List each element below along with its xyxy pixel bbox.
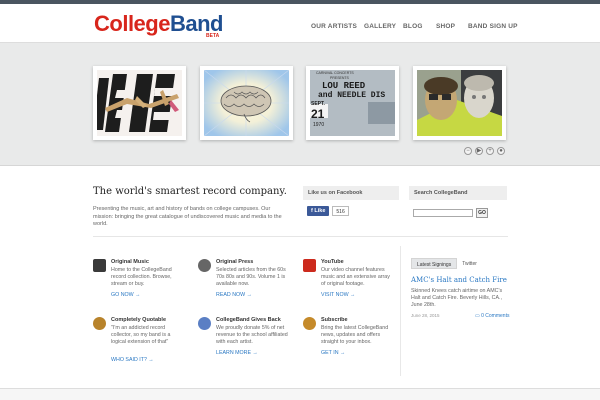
post-comments-link[interactable]: ▭ 0 Comments — [475, 313, 509, 319]
concert-ticket-art: CARNIVAL CONCERTS PRESENTS LOU REED and … — [310, 70, 395, 136]
abstract-bars-art — [97, 70, 182, 136]
slider-next-control[interactable]: + — [486, 147, 494, 155]
search-box-heading: Search CollegeBand — [409, 186, 507, 200]
nav-band-sign-up[interactable]: BAND SIGN UP — [468, 23, 518, 30]
feature-title: Completely Quotable — [111, 317, 167, 323]
ticket-year: 1970 — [313, 122, 325, 128]
hero-slider: CARNIVAL CONCERTS PRESENTS LOU REED and … — [0, 42, 600, 166]
post-body: Skinned Knees catch airtime on AMC's Hal… — [411, 288, 503, 309]
post-date: June 28, 2015 — [411, 313, 440, 318]
feature-title: YouTube — [321, 259, 344, 265]
search-input[interactable] — [413, 209, 473, 217]
facebook-box-heading: Like us on Facebook — [303, 186, 399, 200]
sidebar-divider — [400, 246, 401, 376]
thumbnail-concert-ticket[interactable]: CARNIVAL CONCERTS PRESENTS LOU REED and … — [306, 66, 399, 140]
sidebar-tabs: Latest Signings Twitter — [411, 258, 482, 269]
slider-pause-control[interactable]: ● — [497, 147, 505, 155]
feature-body: "I'm an addicted record collector, so my… — [111, 325, 171, 346]
feature-link[interactable]: READ NOW → — [216, 292, 252, 298]
feature-link[interactable]: WHO SAID IT? → — [111, 357, 154, 363]
press-icon — [198, 259, 211, 272]
ticket-line3: LOU REED — [322, 81, 366, 91]
post-comments-label: 0 Comments — [481, 313, 510, 319]
subscribe-icon — [303, 317, 316, 330]
facebook-like-label: Like — [314, 208, 326, 214]
feature-link[interactable]: VISIT NOW → — [321, 292, 355, 298]
post-title[interactable]: AMC's Halt and Catch Fire — [411, 276, 507, 284]
feature-link[interactable]: LEARN MORE → — [216, 350, 258, 356]
gives-back-icon — [198, 317, 211, 330]
slider-prev-control[interactable]: − — [464, 147, 472, 155]
nav-blog[interactable]: BLOG — [403, 23, 423, 30]
tagline: The world's smartest record company. — [93, 186, 287, 197]
feature-title: CollegeBand Gives Back — [216, 317, 281, 323]
facebook-like-widget: f Like 516 — [307, 206, 349, 216]
feature-body: Bring the latest CollegeBand news, updat… — [321, 325, 389, 346]
youtube-icon — [303, 259, 316, 272]
feature-title: Original Music — [111, 259, 149, 265]
slider-play-control[interactable]: ▶ — [475, 147, 483, 155]
facebook-like-count: 516 — [332, 206, 349, 216]
music-icon — [93, 259, 106, 272]
ticket-day: 21 — [311, 107, 325, 121]
intro-text: Presenting the music, art and history of… — [93, 206, 282, 227]
nav-shop[interactable]: SHOP — [436, 23, 455, 30]
nav-our-artists[interactable]: OUR ARTISTS — [311, 23, 357, 30]
beta-badge: BETA — [206, 33, 220, 39]
feature-link[interactable]: GET IN → — [321, 350, 345, 356]
nav-gallery[interactable]: GALLERY — [364, 23, 396, 30]
ticket-line4: and NEEDLE DIS — [318, 91, 386, 100]
feature-title: Subscribe — [321, 317, 348, 323]
tab-latest-signings[interactable]: Latest Signings — [411, 258, 458, 269]
thumbnail-brain[interactable] — [200, 66, 293, 140]
section-divider — [93, 236, 508, 237]
feature-body: Selected articles from the 60s 70s 80s a… — [216, 267, 286, 288]
search-go-button[interactable]: GO — [476, 208, 488, 218]
site-header: CollegeBand BETA OUR ARTISTS GALLERY BLO… — [0, 4, 600, 42]
brain-art — [204, 70, 289, 136]
feature-body: Our video channel features music and an … — [321, 267, 390, 288]
ticket-line1: CARNIVAL CONCERTS — [316, 71, 354, 75]
thumbnail-faces-collage[interactable] — [413, 66, 506, 140]
feature-link[interactable]: GO NOW → — [111, 292, 140, 298]
feature-body: Home to the CollegeBand record collectio… — [111, 267, 172, 288]
feature-body: We proudly donate 5% of net revenue to t… — [216, 325, 288, 346]
feature-title: Original Press — [216, 259, 254, 265]
quote-icon — [93, 317, 106, 330]
footer-strip — [0, 388, 600, 400]
main-content: The world's smartest record company. Pre… — [0, 166, 600, 400]
thumbnail-abstract-bars[interactable] — [93, 66, 186, 140]
main-nav: OUR ARTISTS GALLERY BLOG SHOP BAND SIGN … — [0, 23, 600, 33]
tab-twitter[interactable]: Twitter — [457, 258, 482, 269]
ticket-line2: PRESENTS — [330, 76, 349, 80]
facebook-like-button[interactable]: f Like — [307, 206, 330, 216]
faces-collage-art — [417, 70, 502, 136]
